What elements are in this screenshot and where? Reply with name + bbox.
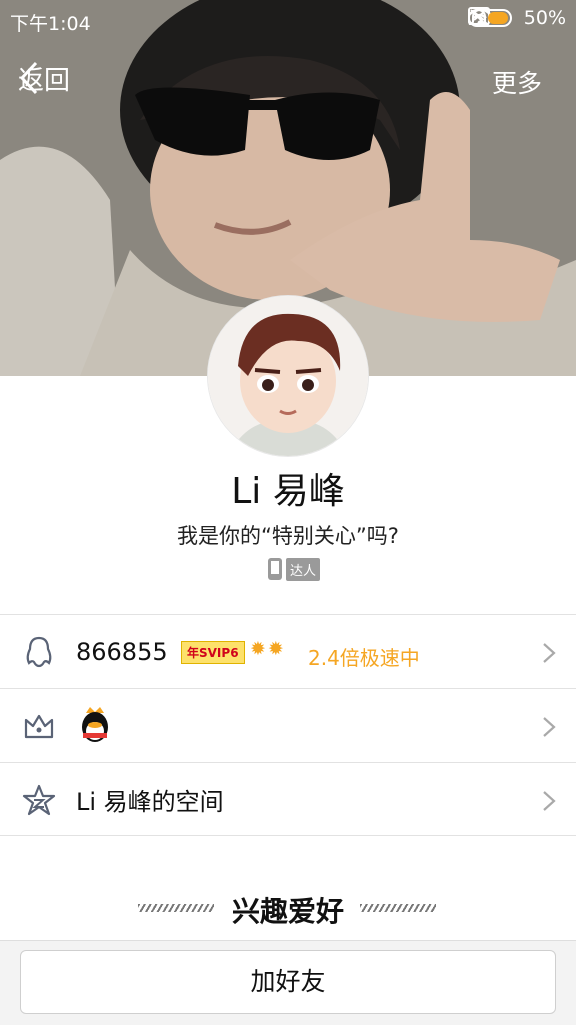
penguin-icon bbox=[26, 636, 52, 668]
section-decoration-right bbox=[360, 904, 436, 912]
vip-privilege-row[interactable] bbox=[0, 688, 576, 762]
qzone-row[interactable]: Li 易峰的空间 bbox=[0, 762, 576, 836]
profile-nickname: Li 易峰 bbox=[231, 471, 345, 512]
avatar[interactable] bbox=[208, 296, 368, 456]
talent-badge-label: 达人 bbox=[286, 557, 321, 581]
more-button[interactable]: 更多 bbox=[492, 64, 542, 100]
battery-icon bbox=[467, 9, 512, 27]
battery-percent: 50% bbox=[523, 7, 566, 29]
qq-number-row[interactable]: 866855 年SVIP6 ✹✹ 2.4倍极速中 bbox=[0, 614, 576, 688]
section-title-interests: 兴趣爱好 bbox=[231, 895, 344, 928]
svip-badge: 年SVIP6 bbox=[181, 641, 245, 664]
qzone-label: Li 易峰的空间 bbox=[76, 787, 224, 816]
back-button[interactable]: 返回 bbox=[18, 60, 70, 97]
avatar-cartoon bbox=[208, 296, 368, 456]
add-friend-button[interactable]: 加好友 bbox=[20, 950, 556, 1014]
wing-phone-icon bbox=[268, 558, 282, 580]
star-icon bbox=[22, 784, 56, 816]
qq-penguin-crown-icon bbox=[82, 707, 108, 742]
status-time: 下午1:04 bbox=[10, 13, 91, 35]
crown-icon bbox=[24, 714, 54, 739]
profile-signature: 我是你的“特别关心”吗? bbox=[177, 524, 399, 548]
talent-badge[interactable]: 达人 bbox=[266, 556, 321, 582]
chevron-right-icon bbox=[543, 791, 556, 811]
chevron-left-icon bbox=[19, 61, 38, 95]
speed-status: 2.4倍极速中 bbox=[308, 646, 420, 670]
sun-level-icon: ✹✹ bbox=[250, 638, 286, 660]
qq-number: 866855 bbox=[76, 637, 168, 666]
status-bar: 下午1:04 50% bbox=[0, 0, 576, 40]
chevron-right-icon bbox=[543, 717, 556, 737]
status-icons: 50% bbox=[467, 7, 566, 29]
chevron-right-icon bbox=[543, 643, 556, 663]
